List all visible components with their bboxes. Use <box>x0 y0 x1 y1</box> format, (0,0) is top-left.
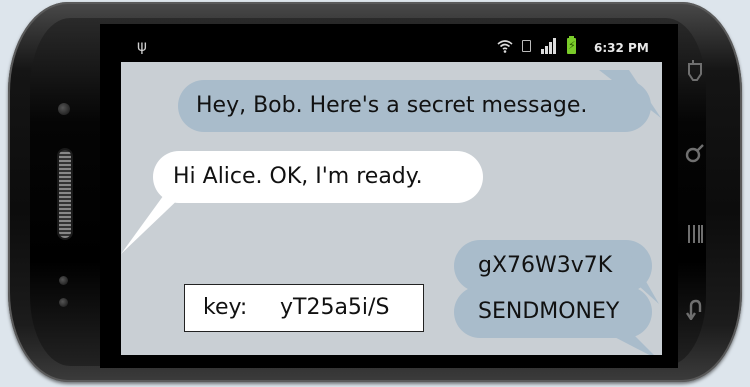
message-tail <box>601 330 654 355</box>
message-bubble-incoming[interactable]: Hi Alice. OK, I'm ready. <box>153 151 483 203</box>
battery-charging-icon: ⚡ <box>567 36 576 54</box>
softkey-bar <box>680 60 710 340</box>
usb-icon: ψ <box>137 37 147 55</box>
phone-device: ψ ⚡ 6:32 PM Hey, Bob. Here's a secret me… <box>0 0 750 387</box>
back-key-icon[interactable] <box>680 298 710 328</box>
message-tail <box>121 192 186 254</box>
recent-key-icon[interactable] <box>680 223 710 253</box>
message-text: Hey, Bob. Here's a secret message. <box>196 93 588 118</box>
speaker-grille <box>59 150 71 238</box>
search-key-icon[interactable] <box>680 142 710 172</box>
signal-icon <box>541 38 556 54</box>
message-text: SENDMONEY <box>478 299 620 324</box>
phone-screen: ψ ⚡ 6:32 PM Hey, Bob. Here's a secret me… <box>121 33 662 355</box>
message-tail <box>599 70 661 118</box>
menu-key-icon[interactable] <box>680 60 710 90</box>
key-box: key: yT25a5i/S <box>184 284 424 332</box>
proximity-sensor <box>59 276 68 285</box>
chat-area[interactable]: Hey, Bob. Here's a secret message. Hi Al… <box>121 62 662 355</box>
key-label: key: <box>203 295 248 320</box>
status-bar: ψ ⚡ 6:32 PM <box>121 33 662 62</box>
key-value: yT25a5i/S <box>280 295 390 320</box>
wifi-icon <box>497 40 513 53</box>
status-time: 6:32 PM <box>594 41 649 55</box>
message-text: Hi Alice. OK, I'm ready. <box>173 164 423 189</box>
message-text: gX76W3v7K <box>478 253 613 278</box>
message-bubble-outgoing[interactable]: Hey, Bob. Here's a secret message. <box>178 80 651 132</box>
front-camera <box>58 103 70 115</box>
light-sensor <box>59 298 68 307</box>
sim-icon <box>522 40 531 52</box>
